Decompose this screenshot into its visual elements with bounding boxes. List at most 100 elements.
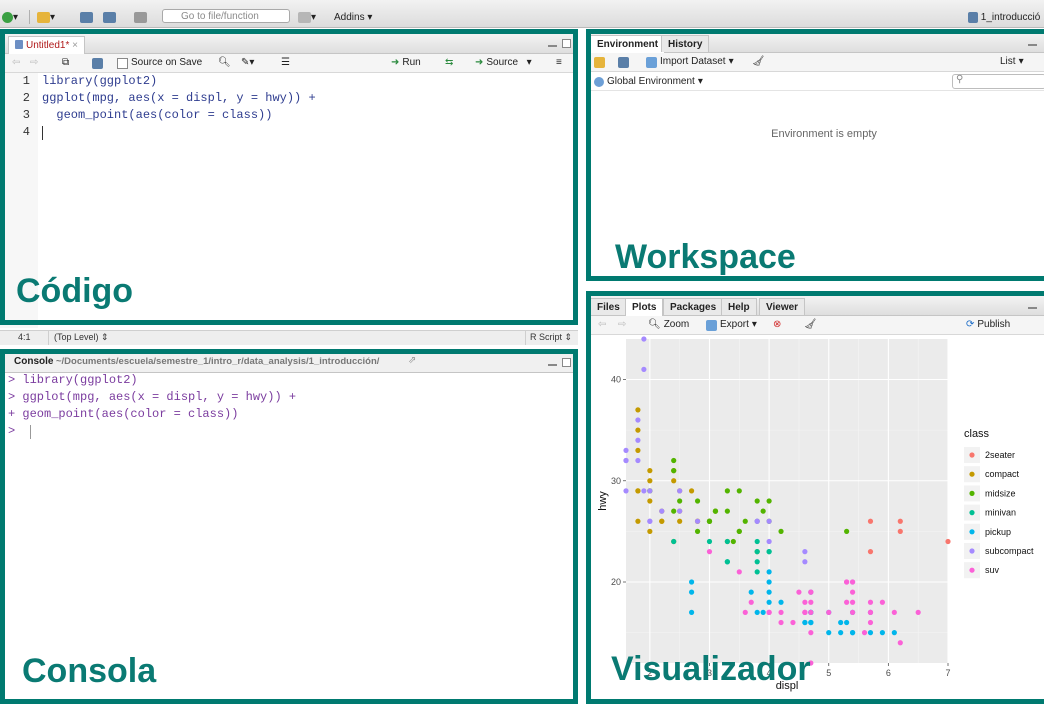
file-type-label: R Script (530, 332, 563, 342)
scatter-point-minivan (754, 559, 760, 565)
console-maximize-icon[interactable] (562, 358, 571, 367)
source-button[interactable]: ➜ Source ▾ (475, 56, 532, 70)
scatter-point-minivan (671, 538, 677, 545)
scatter-point-suv (736, 569, 742, 575)
line-number: 2 (22, 91, 30, 105)
console-tab[interactable]: Console (14, 356, 53, 367)
scatter-point-subcompact (647, 488, 653, 494)
console-goto-dir-icon[interactable]: ⇗ (408, 355, 416, 366)
scope-selector[interactable]: (Top Level) ⇕ (54, 332, 109, 343)
scatter-point-2seater (897, 518, 903, 524)
scatter-point-suv (748, 599, 754, 605)
console-prompt[interactable]: > (8, 424, 15, 438)
tab-history[interactable]: History (661, 35, 710, 52)
tab-files[interactable]: Files (590, 298, 627, 315)
editor-options-icon[interactable]: ≡ (556, 56, 562, 70)
rerun-icon[interactable]: ⇆ (445, 56, 453, 70)
publish-icon: ⟳ (966, 319, 975, 330)
scatter-point-subcompact (766, 538, 772, 545)
x-tick-label: 6 (886, 668, 891, 678)
viewer-pane: Files Plots Packages Help Viewer ⇦ ⇨ 🔍︎ Z… (586, 290, 1044, 706)
y-tick-label: 40 (611, 375, 621, 385)
console-minimize-icon[interactable] (548, 364, 557, 366)
search-icon: ⚲ (956, 74, 964, 85)
code-line[interactable]: library(ggplot2) (42, 74, 157, 88)
run-button[interactable]: ➜ Run (391, 56, 421, 70)
export-button[interactable]: Export ▾ (706, 318, 757, 332)
tab-plots[interactable]: Plots (625, 298, 664, 316)
print-icon[interactable] (134, 10, 147, 24)
legend-key-suv (969, 567, 975, 573)
new-file-icon[interactable]: ▾ (2, 10, 18, 24)
scatter-point-midsize (724, 508, 730, 514)
code-line[interactable]: geom_point(aes(color = class)) (42, 108, 272, 122)
scatter-point-compact (677, 518, 683, 524)
tab-help[interactable]: Help (721, 298, 757, 315)
scatter-point-compact (647, 528, 653, 534)
load-workspace-icon[interactable] (594, 55, 605, 69)
scatter-point-compact (688, 488, 695, 494)
scatter-point-subcompact (623, 457, 629, 464)
environment-search-input[interactable]: ⚲ (952, 74, 1044, 89)
show-in-window-icon[interactable]: ⧉ (62, 56, 69, 70)
search-icon[interactable]: 🔍︎ (218, 56, 231, 70)
tab-untitled1[interactable]: Untitled1* × (8, 36, 85, 54)
publish-button[interactable]: ⟳ Publish (966, 318, 1010, 332)
plots-toolbar: ⇦ ⇨ 🔍︎ Zoom Export ▾ ⊗ 🧹︎ ⟳ Publish (586, 316, 1044, 335)
scatter-point-subcompact (641, 336, 647, 342)
grid-layout-icon[interactable]: ▾ (298, 10, 316, 24)
goto-file-input[interactable]: Go to file/function (162, 9, 290, 23)
project-menu[interactable]: 1_introducció (968, 10, 1040, 24)
scatter-point-suv (867, 609, 874, 615)
next-plot-icon[interactable]: ⇨ (618, 318, 626, 332)
tab-viewer[interactable]: Viewer (759, 298, 806, 315)
close-tab-icon[interactable]: × (72, 40, 78, 51)
editor-toolbar: ⇦ ⇨ ⧉ Source on Save 🔍︎ ✎▾ ☰ ➜ Run ⇆ ➜ Sou… (0, 54, 578, 73)
editor-save-icon[interactable] (92, 56, 103, 70)
addins-menu[interactable]: Addins ▾ (334, 10, 372, 24)
legend-key-midsize (969, 490, 975, 496)
code-line[interactable]: ggplot(mpg, aes(x = displ, y = hwy)) + (42, 91, 316, 105)
clear-plots-broom-icon[interactable]: 🧹︎ (804, 318, 817, 332)
save-all-icon[interactable] (103, 10, 116, 24)
tab-packages[interactable]: Packages (663, 298, 724, 315)
scatter-point-midsize (694, 528, 701, 534)
legend-label-2seater: 2seater (985, 450, 1015, 460)
scatter-plot: 2 3 4 5 6 7203040displhwyclass2seatercompactm… (597, 336, 1034, 692)
scatter-point-compact (635, 518, 641, 524)
scatter-point-pickup (838, 619, 844, 626)
legend-label-compact: compact (985, 469, 1020, 479)
source-arrow-icon: ➜ (475, 57, 484, 68)
outline-icon[interactable]: ☰ (281, 56, 290, 70)
maximize-icon[interactable] (562, 39, 571, 48)
back-arrow-icon[interactable]: ⇦ (12, 56, 20, 70)
list-view-selector[interactable]: List ▾ (1000, 55, 1024, 69)
list-view-label: List (1000, 56, 1016, 67)
remove-plot-icon[interactable]: ⊗ (773, 318, 781, 332)
tab-environment[interactable]: Environment (590, 35, 666, 53)
zoom-button[interactable]: 🔍︎ Zoom (648, 318, 689, 332)
legend-label-pickup: pickup (985, 527, 1011, 537)
codigo-annotation: Código (16, 272, 134, 310)
broom-icon[interactable]: 🧹︎ (752, 55, 765, 69)
file-type-selector[interactable]: R Script ⇕ (530, 332, 572, 343)
workspace-minimize-icon[interactable] (1028, 44, 1037, 46)
publish-label: Publish (977, 319, 1011, 330)
forward-arrow-icon[interactable]: ⇨ (30, 56, 38, 70)
minimize-icon[interactable] (548, 45, 557, 47)
viewer-minimize-icon[interactable] (1028, 307, 1037, 309)
scatter-point-2seater (867, 549, 874, 555)
checkbox-box[interactable] (117, 57, 128, 69)
source-on-save-checkbox[interactable]: Source on Save (117, 56, 202, 70)
save-icon[interactable] (80, 10, 93, 24)
scatter-point-midsize (760, 508, 766, 514)
scatter-point-midsize (742, 518, 748, 524)
save-workspace-icon[interactable] (618, 55, 629, 69)
import-dataset-button[interactable]: Import Dataset ▾ (646, 55, 734, 69)
previous-plot-icon[interactable]: ⇦ (598, 318, 606, 332)
magic-wand-icon[interactable]: ✎▾ (241, 56, 254, 70)
global-environment-selector[interactable]: Global Environment ▾ (594, 75, 703, 89)
open-folder-icon[interactable]: ▾ (37, 10, 55, 24)
legend-label-subcompact: subcompact (985, 546, 1034, 556)
scatter-point-midsize (736, 488, 742, 494)
